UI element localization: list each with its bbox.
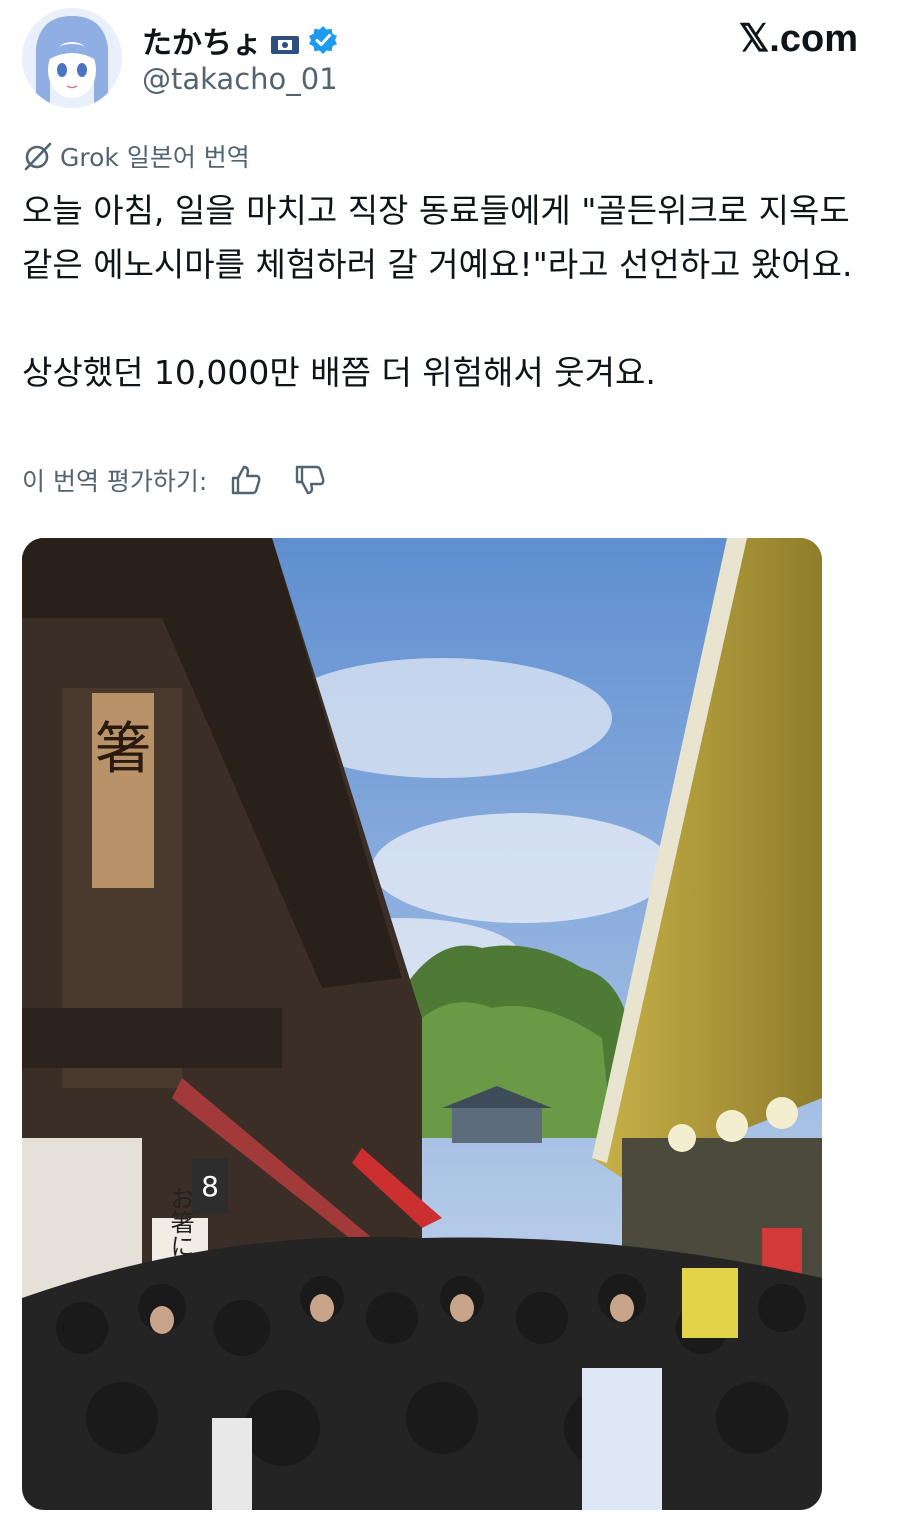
verified-badge-icon (308, 25, 338, 55)
grok-icon (22, 140, 54, 172)
tweet-text: 오늘 아침, 일을 마치고 직장 동료들에게 "골든위크로 지옥도 같은 에노시… (22, 191, 853, 392)
translation-label: Grok 일본어 번역 (22, 138, 250, 174)
sign-number: 8 (201, 1170, 219, 1203)
flag-emoji-icon (270, 29, 300, 54)
x-brand-logo: 𝕏.com (738, 18, 858, 60)
tweet-header: たかちょ @takacho_01 𝕏.com (0, 0, 900, 120)
avatar[interactable] (22, 8, 122, 108)
display-name-row: たかちょ (142, 18, 338, 62)
rate-translation-label: 이 번역 평가하기: (22, 467, 208, 496)
display-name[interactable]: たかちょ (142, 18, 262, 62)
thumbs-down-icon[interactable] (293, 463, 327, 497)
tweet-photo[interactable]: 箸 お箸にお名前 8 (22, 538, 822, 1510)
translation-label-text: Grok 일본어 번역 (60, 143, 250, 172)
rate-translation-row: 이 번역 평가하기: (22, 462, 327, 498)
user-handle[interactable]: @takacho_01 (142, 62, 338, 96)
thumbs-up-icon[interactable] (229, 463, 263, 497)
sign-chopsticks: 箸 (95, 717, 151, 782)
